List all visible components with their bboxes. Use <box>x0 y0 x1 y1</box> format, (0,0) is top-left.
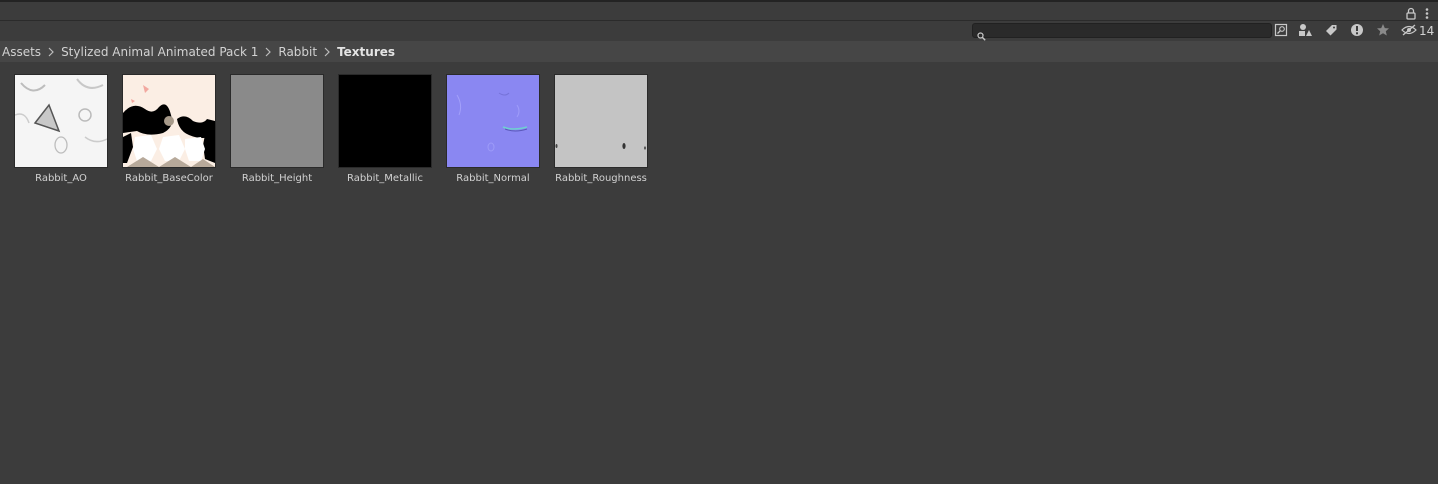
asset-thumbnail <box>122 74 216 168</box>
search-field[interactable] <box>972 23 1272 41</box>
asset-tile-metallic[interactable]: Rabbit_Metallic <box>331 74 439 186</box>
window-header <box>0 2 1438 21</box>
asset-tile-ao[interactable]: Rabbit_AO <box>7 74 115 186</box>
filter-by-status-icon <box>1350 22 1364 41</box>
filter-by-type-button[interactable] <box>1294 22 1316 40</box>
filter-by-label-button[interactable] <box>1320 22 1342 40</box>
asset-name: Rabbit_Normal <box>456 173 530 184</box>
project-toolbar: 14 <box>0 21 1438 42</box>
asset-tile-basecolor[interactable]: Rabbit_BaseColor <box>115 74 223 186</box>
filter-by-label-icon <box>1324 22 1338 41</box>
asset-tile-roughness[interactable]: Rabbit_Roughness <box>547 74 655 186</box>
breadcrumb-item-rabbit[interactable]: Rabbit <box>276 45 319 59</box>
search-input[interactable] <box>991 24 1261 37</box>
search-icon <box>977 26 986 41</box>
breadcrumb-item-assets[interactable]: Assets <box>0 45 43 59</box>
asset-tile-normal[interactable]: Rabbit_Normal <box>439 74 547 186</box>
favorites-button[interactable] <box>1372 22 1394 40</box>
asset-thumbnail <box>230 74 324 168</box>
chevron-right-icon <box>324 47 330 56</box>
asset-name: Rabbit_Metallic <box>347 173 423 184</box>
chevron-right-icon <box>265 47 272 56</box>
asset-thumbnail <box>446 74 540 168</box>
breadcrumb: Assets Stylized Animal Animated Pack 1 R… <box>0 41 1438 62</box>
search-by-type-icon <box>1274 22 1288 41</box>
breadcrumb-item-pack[interactable]: Stylized Animal Animated Pack 1 <box>59 45 260 59</box>
asset-name: Rabbit_AO <box>35 173 87 184</box>
asset-name: Rabbit_Roughness <box>555 173 647 184</box>
asset-name: Rabbit_Height <box>241 173 313 184</box>
asset-grid: Rabbit_AO Rabbit_BaseColor Rabbit_Height… <box>0 62 1438 484</box>
hidden-count-label: 14 <box>1419 24 1435 38</box>
project-window: 14 Assets Stylized Animal Animated Pack … <box>0 0 1438 484</box>
asset-thumbnail <box>338 74 432 168</box>
lock-icon[interactable] <box>1406 5 1416 20</box>
asset-thumbnail <box>554 74 648 168</box>
hidden-packages-eye-icon <box>1401 24 1419 39</box>
kebab-menu-icon[interactable] <box>1425 5 1429 19</box>
hidden-packages-toggle[interactable]: 14 <box>1401 22 1434 40</box>
search-by-type-button[interactable] <box>1270 22 1292 40</box>
filter-by-status-button[interactable] <box>1346 22 1368 40</box>
asset-name: Rabbit_BaseColor <box>125 173 213 184</box>
asset-tile-height[interactable]: Rabbit_Height <box>223 74 331 186</box>
breadcrumb-item-current[interactable]: Textures <box>335 45 397 59</box>
asset-thumbnail <box>14 74 108 168</box>
chevron-right-icon <box>48 47 54 56</box>
favorites-star-icon <box>1376 22 1390 41</box>
filter-by-type-icon <box>1298 22 1312 41</box>
